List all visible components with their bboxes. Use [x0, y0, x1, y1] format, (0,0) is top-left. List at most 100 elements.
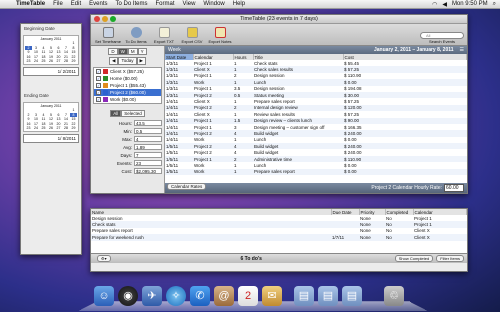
trash-icon[interactable]: ♲ [384, 286, 404, 306]
calendar-day[interactable]: 29 [70, 126, 77, 130]
close-icon[interactable] [94, 16, 100, 22]
filter-selected-tab[interactable]: Selected [121, 110, 145, 117]
calendar-day[interactable]: 25 [40, 59, 47, 63]
checkbox-icon[interactable]: ✓ [96, 97, 101, 102]
menu-todo[interactable]: To Do Items [111, 1, 151, 7]
calendar-day[interactable]: 4 [40, 113, 47, 117]
documents-folder-icon[interactable]: ▤ [318, 286, 338, 306]
dashboard-icon[interactable]: ◉ [118, 286, 138, 306]
calendar-day[interactable] [55, 108, 62, 112]
calendar-day[interactable]: 25 [40, 126, 47, 130]
downloads-folder-icon[interactable]: ▤ [342, 286, 362, 306]
calendar-day[interactable]: 10 [33, 50, 40, 54]
calendar-day[interactable]: 21 [63, 55, 70, 59]
calendar-day[interactable]: 22 [70, 55, 77, 59]
ical-icon[interactable]: 2 [238, 286, 258, 306]
spotlight-icon[interactable]: ⌕ [493, 1, 496, 8]
calendar-day[interactable]: 4 [40, 46, 47, 50]
table-row[interactable]: 1/5/11 Work 1 Prepare sales report $ 0.00 [165, 168, 467, 176]
wifi-icon[interactable]: ◠ [432, 1, 437, 8]
zoom-icon[interactable] [110, 16, 116, 22]
month-view-button[interactable]: M [127, 48, 138, 55]
export-csv-button[interactable]: Export CSV [178, 27, 206, 45]
calendar-day[interactable]: 11 [40, 50, 47, 54]
menu-view[interactable]: View [179, 1, 200, 7]
calendar-day[interactable]: 20 [55, 122, 62, 126]
ending-calendar[interactable]: January 2011 1 2 3 4 5 6 7 8 9 10 11 12 13 14 15 16 17 18… [23, 102, 79, 132]
calendar-day[interactable]: 23 [25, 126, 32, 130]
applications-folder-icon[interactable]: ▤ [294, 286, 314, 306]
mail-icon[interactable]: ✈ [142, 286, 162, 306]
calendar-grid[interactable]: 1 2 3 4 5 6 7 8 9 10 11 12 13 14 15 16 17 18 19 20 21 22 23 24 2… [25, 41, 77, 63]
calendar-day[interactable] [48, 41, 55, 45]
calendar-day[interactable]: 29 [70, 59, 77, 63]
calendar-day[interactable]: 26 [48, 59, 55, 63]
menu-format[interactable]: Format [152, 1, 179, 7]
checkbox-icon[interactable]: ✓ [96, 90, 101, 95]
calendar-day[interactable]: 7 [63, 113, 70, 117]
calendar-grid[interactable]: 1 2 3 4 5 6 7 8 9 10 11 12 13 14 15 16 17 18 19 20 21 22 23 24 2… [25, 108, 77, 130]
calendar-day[interactable]: 19 [48, 55, 55, 59]
calendar-day[interactable]: 8 [70, 46, 77, 50]
checkbox-icon[interactable]: ✓ [96, 69, 101, 74]
list-view-icon[interactable]: ☰ [460, 47, 464, 53]
calendar-day[interactable]: 17 [33, 55, 40, 59]
address-book-icon[interactable]: @ [214, 286, 234, 306]
menu-app[interactable]: TimeTable [12, 1, 49, 7]
calendar-day[interactable]: 24 [33, 59, 40, 63]
checkbox-icon[interactable]: ✓ [96, 83, 101, 88]
beginning-date-field[interactable]: 1/ 2/2011 [23, 67, 79, 76]
week-view-button[interactable]: W [117, 48, 128, 55]
safari-icon[interactable]: ✧ [166, 286, 186, 306]
calendar-day[interactable]: 6 [55, 113, 62, 117]
menu-edit[interactable]: Edit [67, 1, 85, 7]
todo-items-button[interactable]: To Do Items [122, 27, 150, 45]
calendar-day[interactable]: 27 [55, 126, 62, 130]
filter-items-button[interactable]: Filter Items [436, 255, 464, 262]
calendar-day[interactable]: 7 [63, 46, 70, 50]
menu-window[interactable]: Window [199, 1, 228, 7]
calendar-day[interactable]: 20 [55, 55, 62, 59]
calendar-day[interactable]: 11 [40, 117, 47, 121]
calendar-day[interactable]: 9 [25, 50, 32, 54]
calendar-day[interactable]: 12 [48, 117, 55, 121]
project-item-home[interactable]: ✓ Home ($0.00) [94, 75, 161, 82]
show-completed-button[interactable]: Show Completed [394, 255, 434, 262]
calendar-day[interactable]: 17 [33, 122, 40, 126]
calendar-day[interactable]: 9 [25, 117, 32, 121]
calendar-day[interactable]: 16 [25, 122, 32, 126]
calendar-day[interactable]: 8 [70, 112, 77, 117]
calendar-day[interactable]: 18 [40, 55, 47, 59]
calendar-day[interactable] [33, 108, 40, 112]
project-item-work[interactable]: ✓ Work ($0.00) [94, 96, 161, 103]
today-button[interactable]: Today [118, 57, 137, 65]
minimize-icon[interactable] [102, 16, 108, 22]
action-gear-icon[interactable]: ⚙▾ [97, 255, 111, 262]
calendar-day[interactable]: 24 [33, 126, 40, 130]
calendar-day[interactable]: 2 [25, 113, 32, 117]
calendar-day[interactable]: 15 [70, 50, 77, 54]
menu-events[interactable]: Events [85, 1, 111, 7]
ending-date-field[interactable]: 1/ 8/2011 [23, 134, 79, 143]
calendar-rates-button[interactable]: Calendar Rates [167, 183, 207, 190]
calendar-day[interactable] [48, 108, 55, 112]
clock[interactable]: Mon 9:50 PM [452, 1, 488, 7]
calendar-day[interactable] [63, 41, 70, 45]
project-item-client-x[interactable]: ✓ Client X ($57.25) [94, 68, 161, 75]
project-item-project-1[interactable]: ✓ Project 1 ($55.43) [94, 82, 161, 89]
calendar-day[interactable]: 5 [48, 113, 55, 117]
previous-icon[interactable]: ◀ [109, 57, 119, 65]
calendar-day[interactable]: 13 [55, 50, 62, 54]
volume-icon[interactable]: ◀ [442, 1, 447, 8]
calendar-day[interactable]: 10 [33, 117, 40, 121]
calendar-day[interactable]: 1 [70, 41, 77, 45]
calendar-day[interactable]: 23 [25, 59, 32, 63]
calendar-day[interactable] [63, 108, 70, 112]
menu-help[interactable]: Help [229, 1, 249, 7]
calendar-day[interactable]: 26 [48, 126, 55, 130]
day-view-button[interactable]: D [108, 48, 118, 55]
calendar-day[interactable]: 3 [33, 46, 40, 50]
year-view-button[interactable]: Y [137, 48, 147, 55]
export-txt-button[interactable]: Export TXT [150, 27, 178, 45]
calendar-day[interactable] [33, 41, 40, 45]
